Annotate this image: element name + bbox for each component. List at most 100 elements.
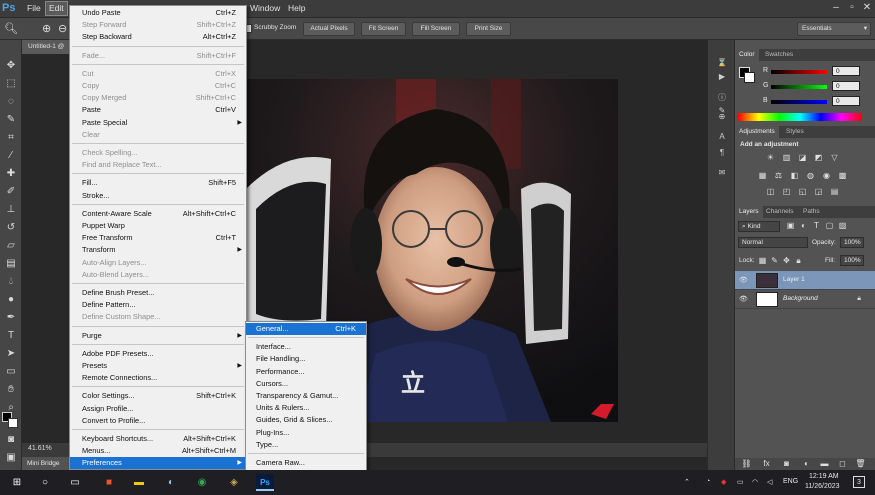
filter-type-icon[interactable]: T [811, 221, 822, 231]
actions-icon[interactable]: ▶ [715, 72, 729, 85]
vibrance-icon[interactable]: ▽ [829, 153, 840, 163]
exposure-icon[interactable]: ◩ [813, 153, 824, 163]
menu-item-auto-align-layers[interactable]: Auto-Align Layers... [70, 257, 246, 269]
history-brush-tool-icon[interactable]: ↺ [3, 220, 19, 236]
clone-stamp-tool-icon[interactable]: ⊥ [3, 202, 19, 218]
color-balance-icon[interactable]: ⚖ [773, 171, 784, 181]
menu-item-content-aware-scale[interactable]: Content-Aware Scale Alt+Shift+Ctrl+C [70, 208, 246, 220]
fit-screen-button[interactable]: Fit Screen [361, 22, 406, 36]
history-icon[interactable]: ⌛ [715, 58, 729, 71]
filter-shape-icon[interactable]: ▢ [824, 221, 835, 231]
workspace-dropdown[interactable]: Essentials ▾ [797, 22, 871, 36]
red-slider[interactable] [771, 70, 827, 74]
menu-item-free-transform[interactable]: Free Transform Ctrl+T [70, 232, 246, 244]
submenu-item-file-handling[interactable]: File Handling... [246, 353, 366, 365]
windows-start-icon[interactable]: ⊞ [8, 474, 26, 491]
opacity-field[interactable]: 100% [840, 237, 864, 248]
black-white-icon[interactable]: ◧ [789, 171, 800, 181]
crop-tool-icon[interactable]: ⌗ [3, 130, 19, 146]
minimize-icon[interactable]: – [829, 2, 843, 15]
delete-layer-icon[interactable]: 🗑︎ [855, 459, 866, 469]
blend-mode-dropdown[interactable]: Normal [738, 237, 808, 248]
tab-layers[interactable]: Layers [735, 206, 763, 218]
blur-tool-icon[interactable]: 💧︎ [3, 274, 19, 290]
green-slider[interactable] [771, 85, 827, 89]
submenu-item-camera-raw[interactable]: Camera Raw... [246, 457, 366, 469]
path-selection-tool-icon[interactable]: ➤ [3, 346, 19, 362]
actual-pixels-button[interactable]: Actual Pixels [303, 22, 355, 36]
notification-badge[interactable]: 3 [853, 476, 865, 488]
pen-tool-icon[interactable]: ✒ [3, 310, 19, 326]
color-background-swatch[interactable] [744, 72, 755, 83]
clock-time[interactable]: 12:19 AM [809, 473, 839, 480]
tab-styles[interactable]: Styles [782, 126, 808, 138]
invert-icon[interactable]: ◫ [765, 187, 776, 197]
menu-item-define-pattern[interactable]: Define Pattern... [70, 299, 246, 311]
search-icon[interactable]: ○ [36, 474, 54, 491]
league-client-icon[interactable]: ◈ [225, 474, 243, 491]
tray-app-icon[interactable]: ◔ [706, 478, 710, 485]
quick-selection-tool-icon[interactable]: ✎ [3, 112, 19, 128]
layer-row-background[interactable]: 👁︎ Background 🔒︎ [735, 290, 875, 309]
menu-item-undo-paste[interactable]: Undo Paste Ctrl+Z [70, 7, 246, 19]
file-explorer-icon[interactable]: ▬ [130, 474, 148, 491]
hand-tool-icon[interactable]: ✋︎ [3, 382, 19, 398]
eyedropper-tool-icon[interactable]: ⁄ [3, 148, 19, 164]
menu-item-transform[interactable]: Transform ▶ [70, 244, 246, 256]
filter-adjustment-icon[interactable]: ◐ [798, 221, 809, 231]
menu-item-copy[interactable]: Copy Ctrl+C [70, 80, 246, 92]
clone-source-icon[interactable]: ⊕ [715, 112, 729, 125]
menu-item-cut[interactable]: Cut Ctrl+X [70, 68, 246, 80]
marquee-tool-icon[interactable]: ⬚ [3, 76, 19, 92]
battery-icon[interactable]: ▭ [737, 478, 744, 486]
submenu-item-transparency-gamut[interactable]: Transparency & Gamut... [246, 390, 366, 402]
posterize-icon[interactable]: ◰ [781, 187, 792, 197]
tab-color[interactable]: Color [735, 49, 759, 61]
tray-chevron-icon[interactable]: ⌃ [684, 478, 690, 486]
filter-pixel-icon[interactable]: ▣ [785, 221, 796, 231]
dodge-tool-icon[interactable]: ● [3, 292, 19, 308]
task-view-icon[interactable]: ▭ [66, 474, 84, 491]
layer-style-icon[interactable]: fx [761, 459, 772, 469]
layer-row-layer1[interactable]: 👁︎ Layer 1 [735, 271, 875, 290]
background-color-swatch[interactable] [8, 418, 18, 428]
rectangle-tool-icon[interactable]: ▭ [3, 364, 19, 380]
menu-item-fade[interactable]: Fade... Shift+Ctrl+F [70, 50, 246, 62]
menu-item-convert-to-profile[interactable]: Convert to Profile... [70, 415, 246, 427]
language-indicator[interactable]: ENG [783, 478, 798, 485]
healing-brush-tool-icon[interactable]: ✚ [3, 166, 19, 182]
menu-item-define-custom-shape[interactable]: Define Custom Shape... [70, 311, 246, 323]
menu-file[interactable]: File [27, 3, 41, 13]
new-layer-icon[interactable]: ◻ [837, 459, 848, 469]
tab-paths[interactable]: Paths [799, 206, 824, 218]
menu-item-step-backward[interactable]: Step Backward Alt+Ctrl+Z [70, 31, 246, 43]
lock-all-icon[interactable]: 🔒︎ [793, 256, 804, 266]
lock-image-icon[interactable]: ✎ [769, 256, 780, 266]
menu-item-check-spelling[interactable]: Check Spelling... [70, 147, 246, 159]
red-value[interactable]: 0 [832, 66, 860, 76]
menu-item-stroke[interactable]: Stroke... [70, 190, 246, 202]
menu-item-purge[interactable]: Purge ▶ [70, 330, 246, 342]
submenu-item-interface[interactable]: Interface... [246, 341, 366, 353]
menu-item-preferences[interactable]: Preferences ▶ [70, 457, 246, 470]
brush-tool-icon[interactable]: ✐ [3, 184, 19, 200]
menu-item-adobe-pdf-presets[interactable]: Adobe PDF Presets... [70, 348, 246, 360]
menu-item-presets[interactable]: Presets ▶ [70, 360, 246, 372]
visibility-eye-icon[interactable]: 👁︎ [739, 295, 748, 303]
gradient-tool-icon[interactable]: ▤ [3, 256, 19, 272]
menu-item-remote-connections[interactable]: Remote Connections... [70, 372, 246, 384]
submenu-item-plug-ins[interactable]: Plug-Ins... [246, 427, 366, 439]
eraser-tool-icon[interactable]: ▱ [3, 238, 19, 254]
quick-mask-icon[interactable]: ◙ [3, 432, 19, 448]
add-mask-icon[interactable]: ◙ [781, 459, 792, 469]
hue-saturation-icon[interactable]: ▦ [757, 171, 768, 181]
microsoft-store-icon[interactable]: ■ [100, 474, 118, 491]
link-layers-icon[interactable]: ⛓ [741, 459, 752, 469]
menu-item-copy-merged[interactable]: Copy Merged Shift+Ctrl+C [70, 92, 246, 104]
menu-item-define-brush-preset[interactable]: Define Brush Preset... [70, 287, 246, 299]
selective-color-icon[interactable]: ◲ [813, 187, 824, 197]
fill-field[interactable]: 100% [840, 255, 864, 266]
paragraph-icon[interactable]: ¶ [715, 148, 729, 161]
menu-item-auto-blend-layers[interactable]: Auto-Blend Layers... [70, 269, 246, 281]
photoshop-taskbar-icon[interactable]: Ps [256, 474, 274, 491]
